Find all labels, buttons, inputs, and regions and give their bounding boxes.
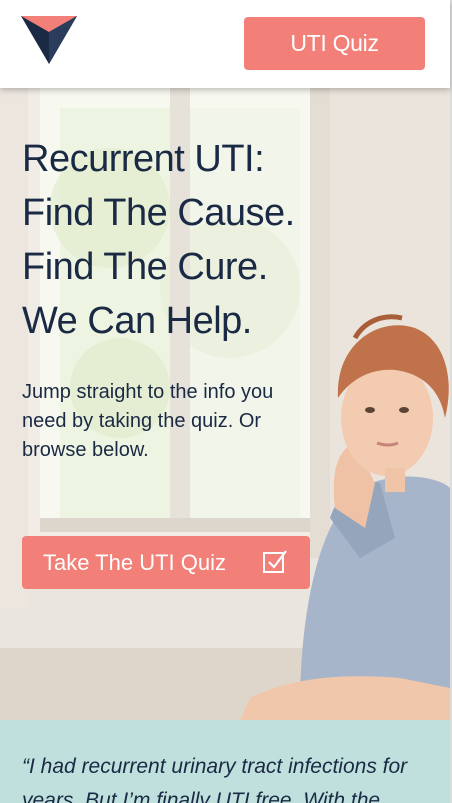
testimonial-quote: “I had recurrent urinary tract infection… [22, 755, 408, 803]
headline-line-2: Find The Cause. [22, 192, 295, 234]
headline-line-1: Recurrent UTI: [22, 138, 265, 180]
hero-subtext: Jump straight to the info you need by ta… [22, 381, 274, 461]
checkbox-icon [263, 550, 287, 573]
testimonial-section: “I had recurrent urinary tract infection… [0, 720, 450, 803]
hero-section: Recurrent UTI: Find The Cause. Find The … [0, 88, 450, 720]
take-quiz-button[interactable]: Take The UTI Quiz [22, 536, 310, 589]
logo-icon[interactable] [21, 16, 77, 64]
site-header: UTI Quiz [0, 0, 450, 88]
headline-line-4: We Can Help. [22, 300, 252, 342]
hero-headline: Recurrent UTI: Find The Cause. Find The … [22, 132, 295, 348]
headline-line-3: Find The Cure. [22, 246, 268, 288]
take-quiz-label: Take The UTI Quiz [43, 549, 226, 575]
uti-quiz-button[interactable]: UTI Quiz [244, 17, 425, 70]
